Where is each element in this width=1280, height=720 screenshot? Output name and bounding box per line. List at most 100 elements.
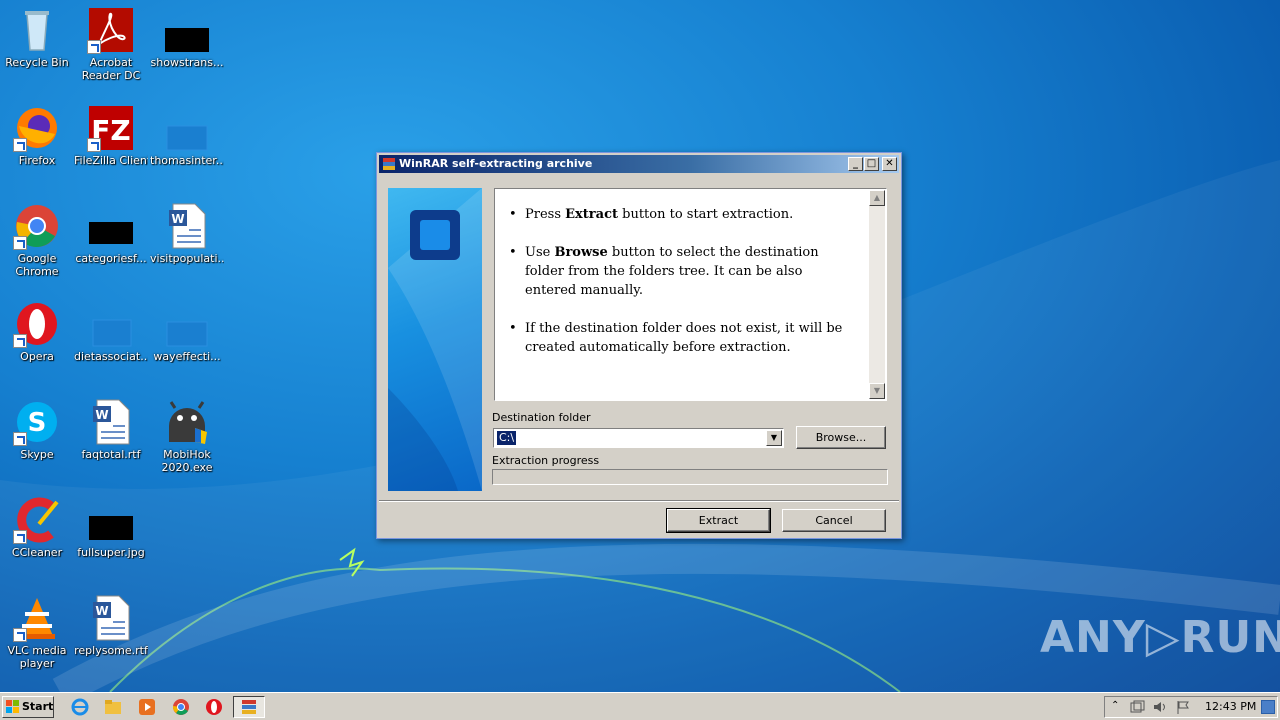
svg-text:S: S	[28, 408, 47, 438]
extract-button[interactable]: Extract	[666, 508, 771, 533]
extraction-progress-bar	[492, 469, 888, 485]
extraction-progress-label: Extraction progress	[492, 454, 600, 467]
desktop-icon-mobihok[interactable]: MobiHok 2020.exe	[150, 398, 224, 474]
arrow-down-icon: ▼	[873, 386, 881, 395]
instructions-list: Press Extract button to start extraction…	[509, 205, 845, 376]
destination-folder-label: Destination folder	[492, 411, 591, 424]
blank-file-icon	[163, 104, 211, 152]
desktop-icon-filezilla[interactable]: FZ FileZilla Client	[74, 104, 148, 167]
winrar-taskbar-icon	[241, 699, 257, 718]
instruction-item: If the destination folder does not exist…	[509, 319, 845, 357]
taskbar-winrar-button[interactable]	[233, 696, 265, 718]
desktop-icon-visitpopulati[interactable]: W visitpopulati...	[150, 202, 224, 265]
opera-taskbar-icon[interactable]	[205, 698, 223, 716]
desktop-icon-wayeffecti[interactable]: wayeffecti...	[150, 300, 224, 363]
dialog-titlebar[interactable]: WinRAR self-extracting archive _ □ ✕	[379, 155, 899, 173]
scroll-up-button[interactable]: ▲	[869, 190, 885, 206]
svg-text:W: W	[171, 212, 184, 226]
instruction-item: Press Extract button to start extraction…	[509, 205, 845, 224]
blank-file-icon	[87, 300, 135, 348]
destination-folder-value[interactable]: C:\	[497, 431, 517, 445]
minimize-button[interactable]: _	[848, 157, 863, 171]
winrar-icon	[382, 157, 396, 171]
ccleaner-icon	[13, 496, 61, 544]
action-flag-icon[interactable]	[1175, 699, 1191, 718]
desktop-icon-vlc[interactable]: VLC media player	[0, 594, 74, 670]
filezilla-icon: FZ	[87, 104, 135, 152]
winrar-sfx-dialog: WinRAR self-extracting archive _ □ ✕ Pre…	[376, 152, 902, 539]
black-file-icon	[87, 202, 135, 250]
shortcut-arrow-icon	[13, 138, 27, 152]
opera-icon	[13, 300, 61, 348]
internet-explorer-icon[interactable]	[71, 698, 89, 716]
dialog-title: WinRAR self-extracting archive	[399, 157, 593, 170]
shortcut-arrow-icon	[13, 530, 27, 544]
blank-file-icon	[163, 300, 211, 348]
chrome-taskbar-icon[interactable]	[172, 698, 190, 716]
minimize-icon: _	[853, 158, 858, 169]
button-separator	[379, 500, 899, 502]
desktop-icon-showstrans[interactable]: showstrans...	[150, 6, 224, 69]
taskbar: Start ⌃ 12:43 PM	[0, 692, 1280, 720]
action-center-icon[interactable]	[1129, 699, 1145, 718]
start-button[interactable]: Start	[2, 696, 54, 718]
windows-flag-icon	[6, 700, 20, 714]
black-file-icon	[163, 6, 211, 54]
winrar-logo-icon	[410, 210, 460, 260]
shortcut-arrow-icon	[13, 628, 27, 642]
desktop-icon-opera[interactable]: Opera	[0, 300, 74, 363]
shortcut-arrow-icon	[13, 236, 27, 250]
acrobat-icon	[87, 6, 135, 54]
shortcut-arrow-icon	[13, 334, 27, 348]
desktop-icon-chrome[interactable]: Google Chrome	[0, 202, 74, 278]
anyrun-watermark: ANY▷RUN	[1040, 612, 1280, 663]
skype-icon: S	[13, 398, 61, 446]
desktop-icon-dietassociat[interactable]: dietassociat...	[74, 300, 148, 363]
firefox-icon	[13, 104, 61, 152]
maximize-button[interactable]: □	[864, 157, 879, 171]
desktop-icon-acrobat[interactable]: Acrobat Reader DC	[74, 6, 148, 82]
shortcut-arrow-icon	[87, 138, 101, 152]
desktop-icon-fullsuper[interactable]: fullsuper.jpg	[74, 496, 148, 559]
volume-icon[interactable]	[1152, 699, 1168, 718]
instruction-item: Use Browse button to select the destinat…	[509, 243, 845, 300]
show-hidden-icons-icon[interactable]: ⌃	[1111, 700, 1119, 711]
winrar-banner	[388, 188, 482, 491]
explorer-folder-icon[interactable]	[104, 698, 122, 716]
start-label: Start	[22, 700, 54, 713]
shortcut-arrow-icon	[13, 432, 27, 446]
cancel-button[interactable]: Cancel	[782, 509, 886, 532]
word-doc-icon: W	[163, 202, 211, 250]
chrome-icon	[13, 202, 61, 250]
desktop-icon-replysome[interactable]: W replysome.rtf	[74, 594, 148, 657]
system-tray: ⌃ 12:43 PM	[1104, 696, 1278, 718]
instructions-scrollbar[interactable]: ▲ ▼	[869, 190, 885, 399]
vlc-icon	[13, 594, 61, 642]
media-player-icon[interactable]	[138, 698, 156, 716]
destination-dropdown-button[interactable]: ▼	[766, 430, 782, 446]
word-doc-icon: W	[87, 594, 135, 642]
chevron-down-icon: ▼	[770, 433, 778, 442]
svg-text:W: W	[95, 408, 108, 422]
maximize-icon: □	[866, 158, 877, 169]
close-button[interactable]: ✕	[882, 157, 897, 171]
browse-button[interactable]: Browse...	[796, 426, 886, 449]
clock[interactable]: 12:43 PM	[1205, 697, 1256, 717]
desktop-icon-firefox[interactable]: Firefox	[0, 104, 74, 167]
desktop-icon-faqtotal[interactable]: W faqtotal.rtf	[74, 398, 148, 461]
shortcut-arrow-icon	[87, 40, 101, 54]
word-doc-icon: W	[87, 398, 135, 446]
desktop-icon-ccleaner[interactable]: CCleaner	[0, 496, 74, 559]
desktop-icon-categoriesf[interactable]: categoriesf...	[74, 202, 148, 265]
close-icon: ✕	[885, 158, 894, 169]
recycle-bin-icon	[13, 6, 61, 54]
desktop-icon-thomasinter[interactable]: thomasinter...	[150, 104, 224, 167]
show-desktop-button[interactable]	[1261, 700, 1275, 714]
scroll-down-button[interactable]: ▼	[869, 383, 885, 399]
instructions-textbox[interactable]: Press Extract button to start extraction…	[494, 188, 887, 401]
svg-text:W: W	[95, 604, 108, 618]
desktop-icon-recycle-bin[interactable]: Recycle Bin	[0, 6, 74, 69]
arrow-up-icon: ▲	[873, 193, 881, 202]
desktop-icon-skype[interactable]: S Skype	[0, 398, 74, 461]
destination-folder-combobox[interactable]: C:\ ▼	[493, 428, 784, 448]
